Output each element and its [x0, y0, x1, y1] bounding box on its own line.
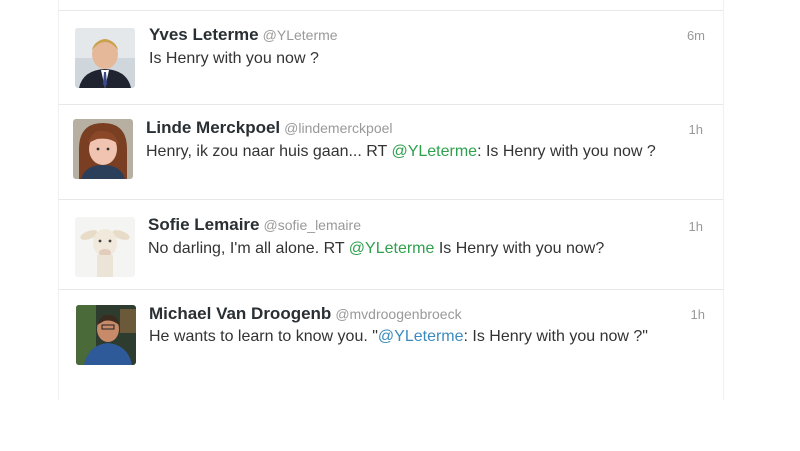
author-handle[interactable]: @mvdroogenbroeck [335, 306, 461, 322]
author-handle[interactable]: @YLeterme [263, 27, 338, 43]
mention-link[interactable]: @YLeterme [349, 240, 435, 257]
tweet-text-before: Henry, ik zou naar huis gaan... RT [146, 143, 392, 160]
tweet-text-after: : Is Henry with you now ? [477, 143, 656, 160]
tweet-text-after: : Is Henry with you now ?" [463, 328, 648, 345]
tweet-text: Henry, ik zou naar huis gaan... RT @YLet… [146, 142, 711, 162]
man-tv-avatar[interactable] [76, 305, 136, 365]
mention-link[interactable]: @YLeterme [378, 328, 464, 345]
tweet-text-before: No darling, I'm all alone. RT [148, 240, 349, 257]
tweet-item[interactable]: Yves Leterme @YLeterme 6m Is Henry with y… [59, 10, 723, 105]
tweet-item[interactable]: Sofie Lemaire @sofie_lemaire 1h No darlin… [59, 199, 723, 289]
tweet-timestamp[interactable]: 1h [689, 122, 703, 137]
author-name[interactable]: Yves Leterme [149, 25, 259, 44]
woman-portrait-avatar[interactable] [73, 119, 133, 179]
tweet-text: He wants to learn to know you. "@YLeterm… [149, 327, 714, 347]
man-portrait-avatar[interactable] [75, 28, 135, 88]
tweet-timestamp[interactable]: 1h [691, 307, 705, 322]
mention-link[interactable]: @YLeterme [391, 143, 477, 160]
author-name[interactable]: Sofie Lemaire [148, 215, 260, 234]
tweet-item[interactable]: Linde Merckpoel @lindemerckpoel 1h Henry,… [59, 104, 723, 199]
tweet-text-after: Is Henry with you now? [434, 240, 605, 257]
tweet-text-before: He wants to learn to know you. " [149, 328, 378, 345]
author-name[interactable]: Michael Van Droogenb [149, 304, 331, 323]
author-handle[interactable]: @lindemerckpoel [284, 120, 392, 136]
tweet-timeline: Yves Leterme @YLeterme 6m Is Henry with y… [58, 0, 724, 400]
tweet-item[interactable]: Michael Van Droogenb @mvdroogenbroeck 1h … [59, 289, 723, 379]
tweet-timestamp[interactable]: 6m [687, 28, 705, 43]
author-name[interactable]: Linde Merckpoel [146, 118, 280, 137]
tweet-text: No darling, I'm all alone. RT @YLeterme … [148, 239, 713, 259]
tweet-text: Is Henry with you now ? [149, 50, 319, 67]
lamb-avatar[interactable] [75, 217, 135, 277]
tweet-timestamp[interactable]: 1h [689, 219, 703, 234]
author-handle[interactable]: @sofie_lemaire [264, 217, 361, 233]
